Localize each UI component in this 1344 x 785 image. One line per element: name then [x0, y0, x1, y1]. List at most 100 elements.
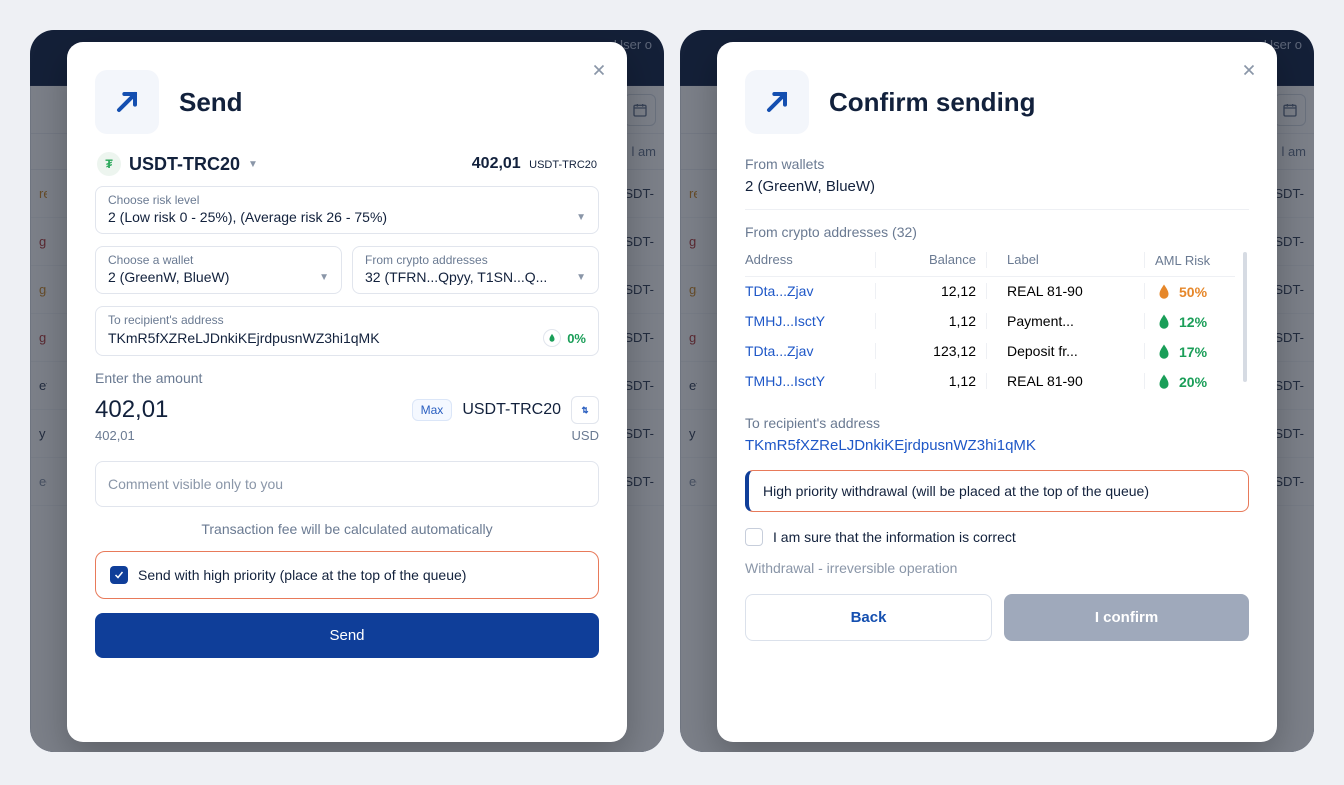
label-cell: Deposit fr...: [997, 343, 1134, 361]
modal-header: Send: [95, 70, 599, 134]
swap-currency-icon[interactable]: [571, 396, 599, 424]
checkbox-checked-icon[interactable]: [110, 566, 128, 584]
risk-label: Choose risk level: [108, 193, 586, 207]
panel-right: User o l am requirUSDT-g erroUSDT-gation…: [680, 30, 1314, 752]
send-modal: Send ₮ USDT-TRC20 ▼ 402,01 USDT-TRC20: [67, 42, 627, 742]
balance-cell: 1,12: [886, 373, 976, 391]
table-body: TDta...Zjav 12,12 REAL 81-90 50% TMHJ...…: [745, 277, 1235, 397]
chevron-down-icon: ▼: [311, 272, 329, 283]
confirm-checkbox-label: I am sure that the information is correc…: [773, 529, 1016, 545]
token-selector[interactable]: ₮ USDT-TRC20 ▼: [97, 152, 258, 176]
aml-pct: 50%: [1179, 284, 1207, 300]
high-priority-callout: High priority withdrawal (will be placed…: [745, 470, 1249, 512]
label-cell: REAL 81-90: [997, 283, 1134, 301]
aml-pct: 12%: [1179, 314, 1207, 330]
to-address-link[interactable]: TKmR5fXZReLJDnkiKEjrdpusnWZ3hi1qMK: [745, 437, 1249, 454]
aml-pct: 20%: [1179, 374, 1207, 390]
to-label: To recipient's address: [745, 415, 1249, 431]
address-link[interactable]: TMHJ...IsctY: [745, 373, 865, 391]
aml-cell: 50%: [1155, 283, 1235, 301]
from-label: From crypto addresses: [365, 253, 586, 267]
balance-value: 402,01: [472, 155, 521, 172]
to-address-input[interactable]: To recipient's address TKmR5fXZReLJDnkiK…: [95, 306, 599, 356]
chevron-down-icon: ▼: [248, 159, 258, 170]
send-button[interactable]: Send: [95, 613, 599, 658]
address-table: Address Balance Label AML Risk TDta...Zj…: [745, 252, 1235, 397]
th-aml: AML Risk: [1155, 252, 1235, 268]
flame-icon: [1155, 373, 1173, 391]
sub-amount: 402,01: [95, 428, 135, 443]
aml-cell: 12%: [1155, 313, 1235, 331]
table-row: TMHJ...IsctY 1,12 REAL 81-90 20%: [745, 367, 1235, 397]
address-link[interactable]: TDta...Zjav: [745, 343, 865, 361]
risk-value: 2 (Low risk 0 - 25%), (Average risk 26 -…: [108, 209, 568, 225]
wallet-label: Choose a wallet: [108, 253, 329, 267]
checkbox-empty-icon[interactable]: [745, 528, 763, 546]
confirm-button[interactable]: I confirm: [1004, 594, 1249, 641]
from-wallets-label: From wallets: [745, 156, 1249, 172]
high-priority-box[interactable]: Send with high priority (place at the to…: [95, 551, 599, 599]
send-form: ₮ USDT-TRC20 ▼ 402,01 USDT-TRC20 Choose …: [95, 152, 599, 742]
address-link[interactable]: TDta...Zjav: [745, 283, 865, 301]
panel-left: User o l am requirUSDT-g erroUSDT-gation…: [30, 30, 664, 752]
wallet-value: 2 (GreenW, BlueW): [108, 269, 311, 285]
usdt-coin-icon: ₮: [97, 152, 121, 176]
th-label: Label: [997, 252, 1134, 268]
divider: [745, 209, 1249, 210]
enter-amount-label: Enter the amount: [95, 370, 599, 386]
max-button[interactable]: Max: [412, 399, 453, 421]
irreversible-note: Withdrawal - irreversible operation: [745, 560, 1249, 576]
chevron-down-icon: ▼: [568, 212, 586, 223]
wallet-select[interactable]: Choose a wallet 2 (GreenW, BlueW) ▼: [95, 246, 342, 294]
address-link[interactable]: TMHJ...IsctY: [745, 313, 865, 331]
send-arrow-icon: [95, 70, 159, 134]
to-risk-pct: 0%: [567, 331, 586, 346]
flame-icon: [1155, 283, 1173, 301]
confirm-modal: Confirm sending From wallets 2 (GreenW, …: [717, 42, 1277, 742]
label-cell: REAL 81-90: [997, 373, 1134, 391]
label-cell: Payment...: [997, 313, 1134, 331]
modal-overlay-send: Send ₮ USDT-TRC20 ▼ 402,01 USDT-TRC20: [30, 30, 664, 752]
balance-cell: 12,12: [886, 283, 976, 301]
token-name: USDT-TRC20: [129, 154, 240, 175]
high-priority-label: Send with high priority (place at the to…: [138, 567, 466, 583]
modal-header: Confirm sending: [745, 70, 1249, 134]
confirm-body: From wallets 2 (GreenW, BlueW) From cryp…: [745, 152, 1249, 742]
balance-cell: 1,12: [886, 313, 976, 331]
to-risk-badge: 0%: [543, 329, 586, 347]
amount-sub-row: 402,01 USD: [95, 428, 599, 443]
flame-icon: [1155, 343, 1173, 361]
amount-input[interactable]: 402,01: [95, 396, 168, 424]
to-value: TKmR5fXZReLJDnkiKEjrdpusnWZ3hi1qMK: [108, 330, 543, 346]
th-address: Address: [745, 252, 865, 268]
back-button[interactable]: Back: [745, 594, 992, 641]
from-wallets-value: 2 (GreenW, BlueW): [745, 178, 1249, 195]
aml-cell: 17%: [1155, 343, 1235, 361]
table-row: TMHJ...IsctY 1,12 Payment... 12%: [745, 307, 1235, 337]
from-addresses-label: From crypto addresses (32): [745, 224, 1249, 240]
table-row: TDta...Zjav 123,12 Deposit fr... 17%: [745, 337, 1235, 367]
risk-level-select[interactable]: Choose risk level 2 (Low risk 0 - 25%), …: [95, 186, 599, 234]
from-address-select[interactable]: From crypto addresses 32 (TFRN...Qpyy, T…: [352, 246, 599, 294]
close-icon[interactable]: [587, 58, 611, 82]
th-balance: Balance: [886, 252, 976, 268]
modal-title: Confirm sending: [829, 87, 1036, 118]
close-icon[interactable]: [1237, 58, 1261, 82]
panel-container: User o l am requirUSDT-g erroUSDT-gation…: [0, 0, 1344, 782]
token-balance: 402,01 USDT-TRC20: [472, 155, 597, 173]
send-arrow-icon: [745, 70, 809, 134]
table-row: TDta...Zjav 12,12 REAL 81-90 50%: [745, 277, 1235, 307]
amount-row: 402,01 Max USDT-TRC20: [95, 396, 599, 424]
confirm-checkbox-row[interactable]: I am sure that the information is correc…: [745, 528, 1249, 546]
from-value: 32 (TFRN...Qpyy, T1SN...Q...: [365, 269, 568, 285]
table-header: Address Balance Label AML Risk: [745, 252, 1235, 277]
amount-unit: USDT-TRC20: [462, 401, 561, 419]
button-row: Back I confirm: [745, 594, 1249, 641]
modal-overlay-confirm: Confirm sending From wallets 2 (GreenW, …: [680, 30, 1314, 752]
scrollbar[interactable]: [1243, 252, 1247, 382]
fee-note: Transaction fee will be calculated autom…: [95, 521, 599, 537]
aml-pct: 17%: [1179, 344, 1207, 360]
aml-cell: 20%: [1155, 373, 1235, 391]
comment-input[interactable]: [95, 461, 599, 507]
balance-unit: USDT-TRC20: [529, 159, 597, 171]
